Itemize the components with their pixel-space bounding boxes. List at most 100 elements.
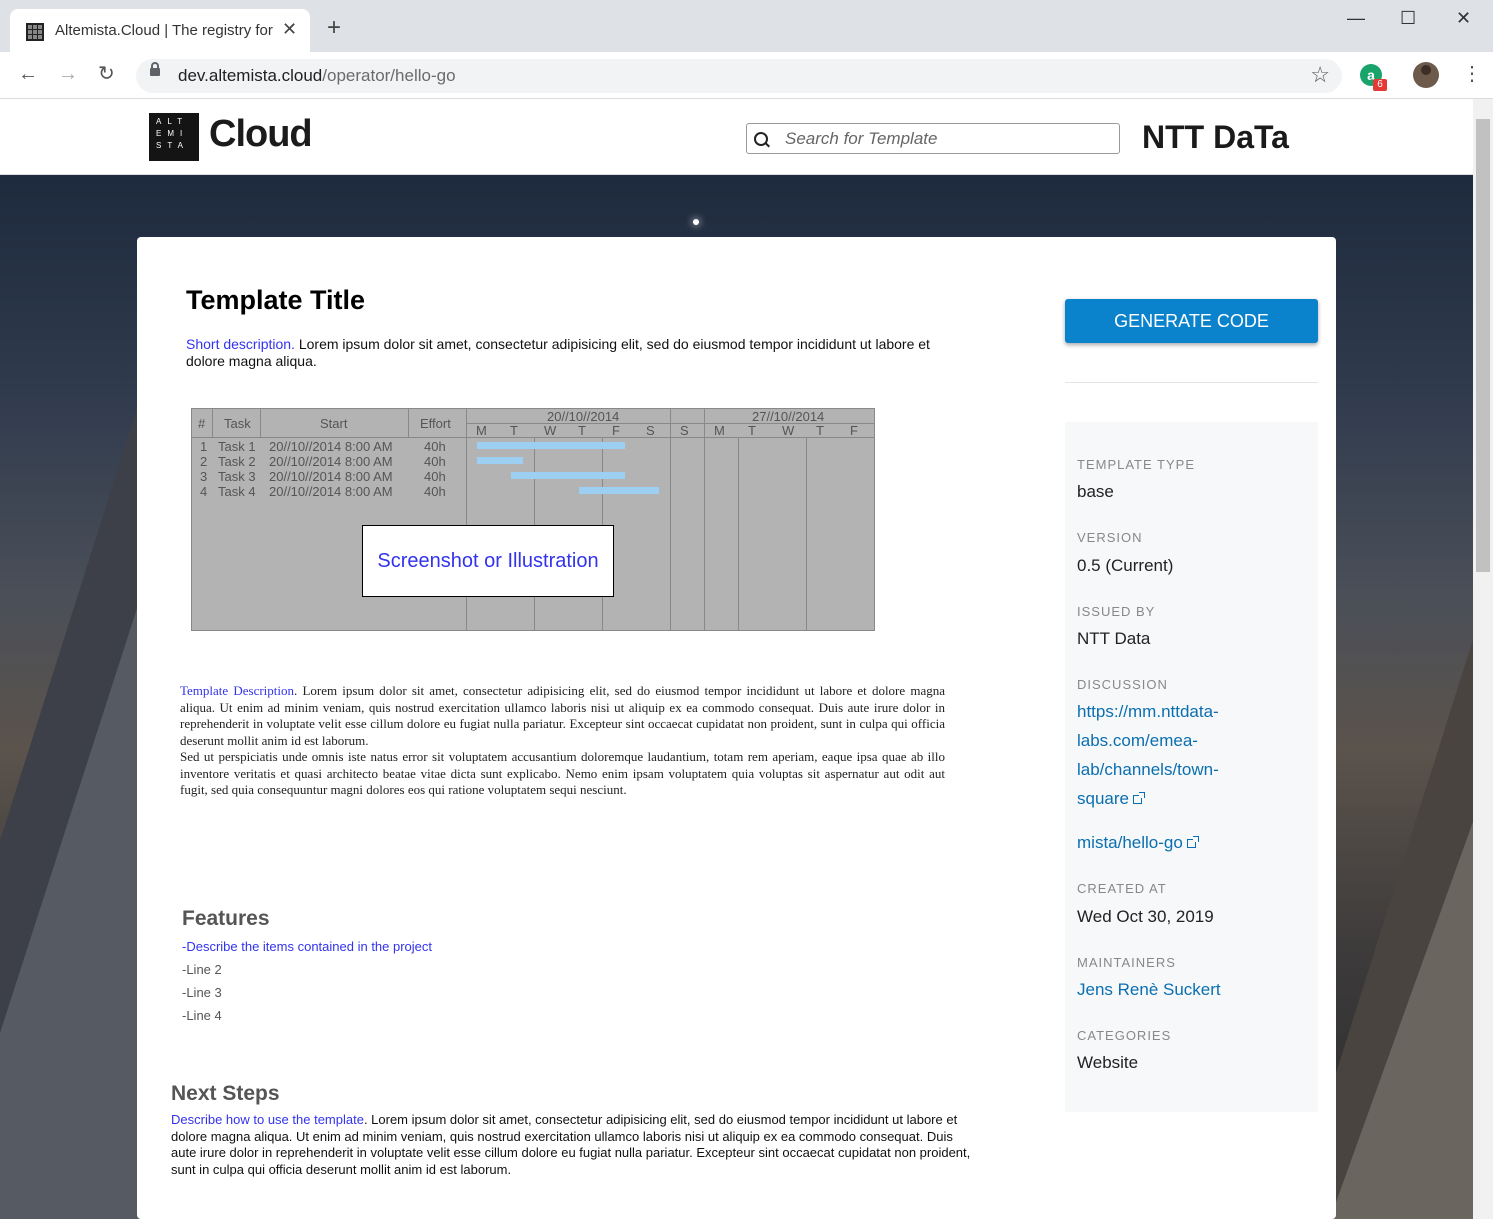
features-heading: Features: [182, 907, 270, 930]
gantt-col-num: #: [198, 416, 206, 431]
sidebar-divider: [1065, 382, 1318, 383]
window-close-icon[interactable]: ✕: [1456, 8, 1471, 29]
browser-toolbar: ← → ↻ dev.altemista.cloud/operator/hello…: [0, 52, 1493, 99]
external-link-icon: [1132, 792, 1145, 804]
template-type-value: base: [1077, 482, 1114, 501]
gantt-col-line: [408, 409, 409, 437]
short-description: Short description. Lorem ipsum dolor sit…: [186, 336, 966, 370]
issued-by-value: NTT Data: [1077, 629, 1151, 648]
gantt-cell: 40h: [424, 454, 446, 469]
maximize-icon[interactable]: ☐: [1400, 8, 1416, 29]
gantt-cell: Task 4: [218, 484, 256, 499]
browser-tabstrip: Altemista.Cloud | The registry for ✕ + —…: [0, 0, 1493, 53]
gantt-day: W: [782, 423, 795, 438]
address-bar[interactable]: dev.altemista.cloud/operator/hello-go ☆: [136, 59, 1342, 93]
gantt-day: W: [544, 423, 557, 438]
gantt-col-effort: Effort: [420, 416, 451, 431]
new-tab-icon[interactable]: +: [327, 16, 341, 40]
lock-icon: [150, 62, 160, 76]
gantt-cell: 1: [200, 439, 208, 454]
discussion-label: DISCUSSION: [1077, 677, 1168, 692]
gantt-day: S: [680, 423, 689, 438]
short-description-text: Lorem ipsum dolor sit amet, consectetur …: [186, 336, 930, 369]
repository-link[interactable]: mista/hello-go: [1077, 828, 1199, 857]
browser-menu-icon[interactable]: ⋮: [1462, 64, 1482, 84]
gantt-cell: 40h: [424, 439, 446, 454]
extension-badge: 6: [1373, 79, 1387, 91]
url-text[interactable]: dev.altemista.cloud/operator/hello-go: [178, 66, 456, 86]
ntt-data-logo[interactable]: NTT DaTa: [1142, 119, 1289, 156]
gantt-day: M: [714, 423, 725, 438]
gantt-cell: Task 3: [218, 469, 256, 484]
gantt-cell: 20//10//2014 8:00 AM: [269, 469, 393, 484]
gantt-day: T: [510, 423, 518, 438]
favicon-icon: [26, 23, 44, 41]
tab-title: Altemista.Cloud | The registry for: [55, 22, 273, 39]
gantt-day: T: [578, 423, 586, 438]
star-decoration: [693, 219, 699, 225]
logo-text[interactable]: Cloud: [209, 113, 313, 156]
template-description-text-1: . Lorem ipsum dolor sit amet, consectetu…: [180, 683, 945, 748]
gantt-col-task: Task: [224, 416, 251, 431]
site-header: ALT EMI STA Cloud NTT DaTa: [0, 99, 1473, 175]
gantt-col-line: [670, 409, 671, 630]
gantt-cell: 40h: [424, 484, 446, 499]
gantt-cell: 20//10//2014 8:00 AM: [269, 439, 393, 454]
screenshot-placeholder: Screenshot or Illustration: [362, 525, 614, 597]
mountain-right-front: [1330, 719, 1473, 1219]
template-type-label: TEMPLATE TYPE: [1077, 457, 1195, 472]
gantt-cell: 4: [200, 484, 208, 499]
created-at-label: CREATED AT: [1077, 881, 1167, 896]
screenshot-illustration: # Task Start Effort 20//10//2014 27//10/…: [191, 408, 875, 631]
gantt-col-line: [738, 437, 739, 630]
external-link-icon: [1186, 836, 1199, 848]
categories-label: CATEGORIES: [1077, 1028, 1172, 1043]
next-steps-label: Describe how to use the template: [171, 1112, 364, 1127]
bookmark-star-icon[interactable]: ☆: [1310, 62, 1330, 88]
generate-code-button[interactable]: GENERATE CODE: [1065, 299, 1318, 343]
close-tab-icon[interactable]: ✕: [282, 19, 297, 40]
maintainers-label: MAINTAINERS: [1077, 955, 1176, 970]
scrollbar-thumb[interactable]: [1476, 119, 1490, 572]
gantt-col-line: [704, 409, 705, 630]
gantt-bar: [511, 472, 625, 479]
gantt-col-line: [466, 409, 467, 630]
gantt-header-line: [192, 437, 874, 438]
search-icon: [754, 132, 768, 146]
feature-item: -Line 2: [182, 962, 222, 977]
template-description-label: Template Description: [180, 683, 295, 698]
short-description-label: Short description.: [186, 336, 295, 352]
gantt-col-start: Start: [320, 416, 348, 431]
gantt-day: M: [476, 423, 487, 438]
gantt-cell: 20//10//2014 8:00 AM: [269, 454, 393, 469]
feature-item: -Describe the items contained in the pro…: [182, 939, 433, 954]
search-box[interactable]: [746, 123, 1120, 154]
gantt-week-1: 20//10//2014: [547, 409, 620, 424]
issued-by-label: ISSUED BY: [1077, 604, 1156, 619]
forward-icon[interactable]: →: [58, 64, 78, 84]
gantt-cell: 20//10//2014 8:00 AM: [269, 484, 393, 499]
gantt-day: F: [612, 423, 620, 438]
gantt-cell: 40h: [424, 469, 446, 484]
maintainer-link[interactable]: Jens Renè Suckert: [1077, 975, 1221, 1004]
search-input[interactable]: [783, 127, 1117, 151]
created-at-value: Wed Oct 30, 2019: [1077, 907, 1214, 926]
altemista-logo[interactable]: ALT EMI STA: [149, 113, 199, 161]
browser-tab[interactable]: Altemista.Cloud | The registry for ✕: [10, 9, 310, 53]
gantt-day: S: [646, 423, 655, 438]
gantt-cell: 3: [200, 469, 208, 484]
page-scrollbar[interactable]: [1473, 99, 1493, 1219]
reload-icon[interactable]: ↻: [98, 64, 115, 84]
template-card: Template Title Short description. Lorem …: [137, 237, 1336, 1219]
gantt-day: F: [850, 423, 858, 438]
discussion-link[interactable]: https://mm.nttdata- labs.com/emea- lab/c…: [1077, 697, 1219, 813]
profile-avatar[interactable]: [1413, 62, 1439, 88]
gantt-bar: [579, 487, 659, 494]
version-label: VERSION: [1077, 530, 1143, 545]
gantt-bar: [477, 457, 523, 464]
minimize-icon[interactable]: —: [1347, 8, 1365, 29]
back-icon[interactable]: ←: [18, 64, 38, 84]
template-metadata-panel: TEMPLATE TYPE base VERSION 0.5 (Current)…: [1065, 422, 1318, 1112]
gantt-bar: [477, 442, 625, 449]
feature-item: -Line 3: [182, 985, 222, 1000]
